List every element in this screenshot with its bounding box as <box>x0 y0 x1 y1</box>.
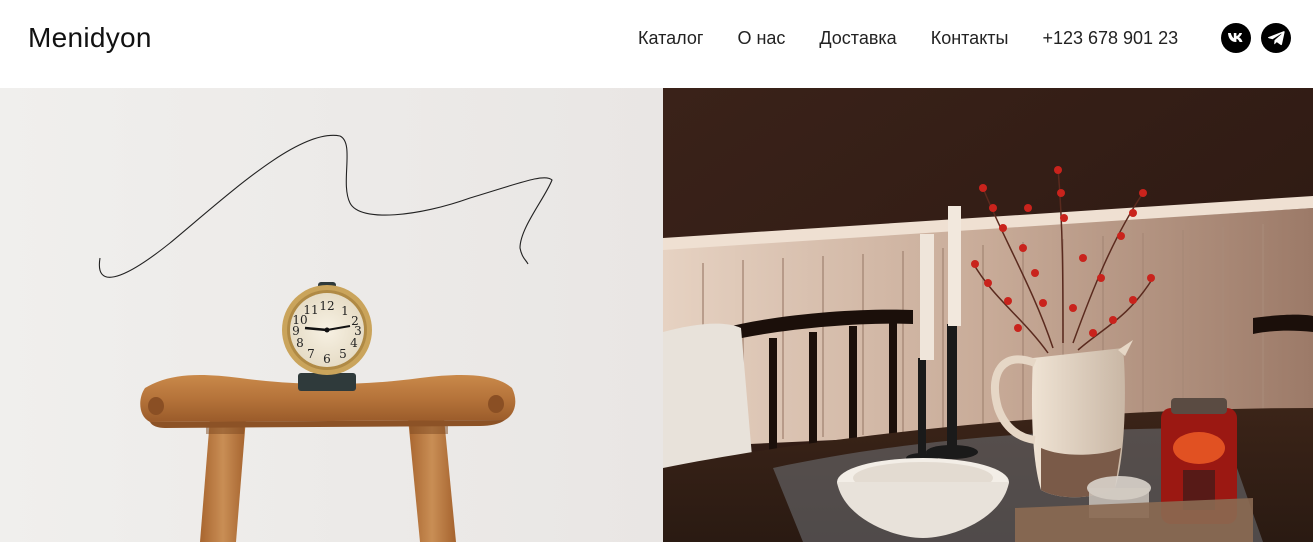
vk-icon[interactable] <box>1221 23 1251 53</box>
nav-item-contacts[interactable]: Контакты <box>931 28 1009 49</box>
svg-text:11: 11 <box>303 303 318 317</box>
nav-item-catalog[interactable]: Каталог <box>638 28 703 49</box>
logo[interactable]: Menidyon <box>28 22 152 54</box>
svg-text:1: 1 <box>341 304 349 318</box>
nav-item-about[interactable]: О нас <box>737 28 785 49</box>
svg-text:4: 4 <box>350 336 358 350</box>
phone-link[interactable]: +123 678 901 23 <box>1042 28 1178 49</box>
clock-on-stool-image: 12 1 2 3 4 5 6 7 8 9 10 11 <box>0 88 663 542</box>
svg-text:6: 6 <box>323 352 331 366</box>
main-nav: Каталог О нас Доставка Контакты +123 678… <box>638 28 1212 49</box>
table-decor-illustration <box>663 88 1313 542</box>
svg-text:12: 12 <box>319 299 334 313</box>
nav-item-delivery[interactable]: Доставка <box>819 28 896 49</box>
hero-banner: 12 1 2 3 4 5 6 7 8 9 10 11 <box>0 88 1313 542</box>
clock-stool-illustration: 12 1 2 3 4 5 6 7 8 9 10 11 <box>0 88 663 542</box>
svg-text:8: 8 <box>296 336 304 350</box>
telegram-icon[interactable] <box>1261 23 1291 53</box>
svg-text:7: 7 <box>307 347 315 361</box>
table-decor-image <box>663 88 1313 542</box>
social-links <box>1221 23 1301 53</box>
svg-text:5: 5 <box>339 347 347 361</box>
site-header: Menidyon Каталог О нас Доставка Контакты… <box>0 0 1313 88</box>
